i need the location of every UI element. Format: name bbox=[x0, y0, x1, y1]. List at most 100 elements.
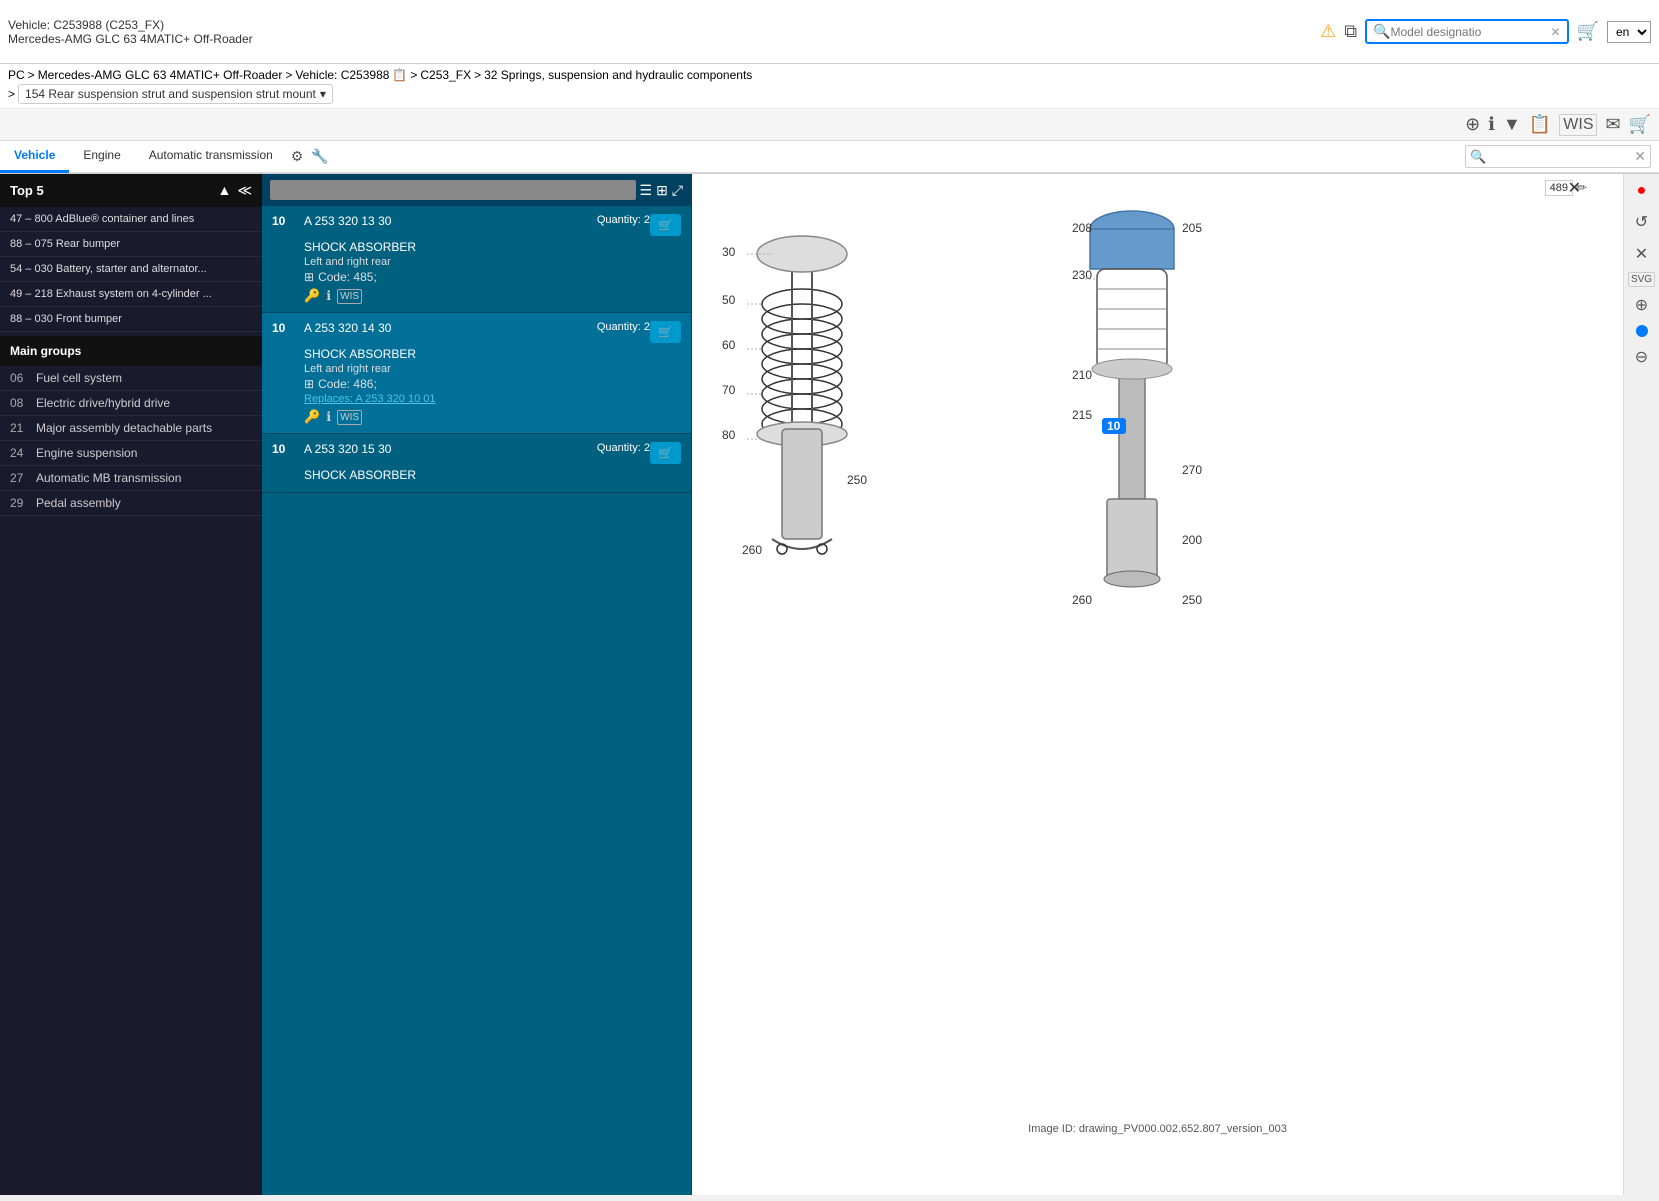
breadcrumb-fx[interactable]: C253_FX bbox=[420, 68, 471, 82]
sidebar-collapse-icon[interactable]: ▲ bbox=[217, 182, 231, 199]
sidebar-group-27[interactable]: 27 Automatic MB transmission bbox=[0, 466, 262, 491]
sidebar-expand-icon[interactable]: ≪ bbox=[237, 182, 252, 199]
breadcrumb-springs[interactable]: 32 Springs, suspension and hydraulic com… bbox=[484, 68, 752, 82]
document-icon[interactable]: 📋 bbox=[1529, 114, 1551, 135]
group-num-27: 27 bbox=[10, 471, 30, 485]
diag-undo-icon[interactable]: ↺ bbox=[1631, 208, 1652, 236]
list-view-icon[interactable]: ☰ bbox=[640, 182, 653, 199]
group-num-24: 24 bbox=[10, 446, 30, 460]
sidebar-item-front-bumper[interactable]: 88 – 030 Front bumper bbox=[0, 307, 262, 332]
breadcrumb-line2: > 154 Rear suspension strut and suspensi… bbox=[8, 84, 1651, 104]
tab-settings-icon[interactable]: ⚙ bbox=[287, 144, 308, 169]
tabs-row: Vehicle Engine Automatic transmission ⚙ … bbox=[0, 141, 1659, 173]
breadcrumb-current-dropdown[interactable]: 154 Rear suspension strut and suspension… bbox=[18, 84, 333, 104]
grid-view-icon[interactable]: ⊞ bbox=[656, 182, 668, 199]
sidebar-group-08[interactable]: 08 Electric drive/hybrid drive bbox=[0, 391, 262, 416]
add-to-cart-2[interactable]: 🛒 bbox=[650, 321, 681, 343]
mail-icon[interactable]: ✉ bbox=[1605, 114, 1620, 135]
wis-icon-1[interactable]: WIS bbox=[337, 289, 362, 304]
tab-search-area[interactable]: 🔍 ✕ bbox=[1465, 145, 1651, 168]
part-row1-1: 10 A 253 320 13 30 Quantity: 2 🛒 bbox=[272, 214, 681, 236]
svg-text:230: 230 bbox=[1072, 268, 1092, 282]
diag-zoom-out-icon[interactable]: ⊖ bbox=[1631, 343, 1652, 371]
wis-icon-2[interactable]: WIS bbox=[337, 410, 362, 425]
model-search-box[interactable]: 🔍 ✕ bbox=[1365, 19, 1569, 44]
sidebar-group-06[interactable]: 06 Fuel cell system bbox=[0, 366, 262, 391]
diag-svg-icon[interactable]: SVG bbox=[1628, 272, 1655, 287]
sidebar-item-battery[interactable]: 54 – 030 Battery, starter and alternator… bbox=[0, 257, 262, 282]
search-clear-icon[interactable]: ✕ bbox=[1551, 25, 1561, 39]
svg-text:80: 80 bbox=[722, 428, 736, 442]
svg-text:210: 210 bbox=[1072, 368, 1092, 382]
part-code-val-2: Code: 486; bbox=[318, 377, 377, 391]
diagram-sidebar: ● ↺ ✕ SVG ⊕ ⊖ bbox=[1623, 174, 1659, 1195]
breadcrumb-pc[interactable]: PC bbox=[8, 68, 25, 82]
add-to-cart-1[interactable]: 🛒 bbox=[650, 214, 681, 236]
part-qty-2: Quantity: 2 bbox=[597, 321, 650, 333]
part-row1-2: 10 A 253 320 14 30 Quantity: 2 🛒 bbox=[272, 321, 681, 343]
cart-add-btn[interactable]: 🛒 bbox=[1577, 21, 1599, 42]
tab-search-input[interactable] bbox=[1490, 148, 1630, 166]
svg-text:250: 250 bbox=[1182, 593, 1202, 607]
part-desc-2: Left and right rear bbox=[304, 363, 681, 375]
warning-icon[interactable]: ⚠ bbox=[1320, 21, 1336, 42]
main-content: Top 5 ▲ ≪ 47 – 800 AdBlue® container and… bbox=[0, 174, 1659, 1195]
tab-automatic-transmission[interactable]: Automatic transmission bbox=[135, 141, 287, 173]
part-pos-1: 10 bbox=[272, 214, 296, 228]
breadcrumb-section: PC > Mercedes-AMG GLC 63 4MATIC+ Off-Roa… bbox=[0, 64, 1659, 174]
tab-engine[interactable]: Engine bbox=[69, 141, 134, 173]
model-search-input[interactable] bbox=[1391, 25, 1551, 39]
tab-search-clear[interactable]: ✕ bbox=[1630, 146, 1650, 167]
cart-icon[interactable]: 🛒 bbox=[1629, 114, 1651, 135]
breadcrumb-vehicle[interactable]: Vehicle: C253988 bbox=[295, 68, 389, 82]
info-icon[interactable]: ℹ bbox=[1488, 114, 1495, 135]
diagram-container: 489 ✏ ✕ bbox=[692, 174, 1659, 1195]
svg-text:205: 205 bbox=[1182, 221, 1202, 235]
image-id: Image ID: drawing_PV000.002.652.807_vers… bbox=[1028, 1123, 1287, 1135]
info-icon-1[interactable]: ℹ bbox=[326, 288, 331, 304]
diag-close-icon[interactable]: ✕ bbox=[1631, 240, 1652, 268]
group-num-06: 06 bbox=[10, 371, 30, 385]
breadcrumb-model[interactable]: Mercedes-AMG GLC 63 4MATIC+ Off-Roader bbox=[38, 68, 283, 82]
info-icon-2[interactable]: ℹ bbox=[326, 409, 331, 425]
copy-icon[interactable]: ⧉ bbox=[1344, 21, 1357, 42]
svg-text:10: 10 bbox=[1107, 419, 1121, 433]
key-icon-1[interactable]: 🔑 bbox=[304, 288, 320, 304]
grid-icon-2: ⊞ bbox=[304, 377, 314, 391]
part-row1-3: 10 A 253 320 15 30 Quantity: 2 🛒 bbox=[272, 442, 681, 464]
part-qty-3: Quantity: 2 bbox=[597, 442, 650, 454]
header: Vehicle: C253988 (C253_FX) Mercedes-AMG … bbox=[0, 0, 1659, 64]
sidebar-group-21[interactable]: 21 Major assembly detachable parts bbox=[0, 416, 262, 441]
tab-tools-icon[interactable]: 🔧 bbox=[307, 144, 332, 169]
part-name-1: SHOCK ABSORBER bbox=[304, 240, 681, 254]
diag-zoom-in-icon[interactable]: ⊕ bbox=[1631, 291, 1652, 319]
diagram-close-icon[interactable]: ✕ bbox=[1568, 178, 1581, 198]
grid-icon-1: ⊞ bbox=[304, 270, 314, 284]
zoom-in-icon[interactable]: ⊕ bbox=[1465, 114, 1480, 135]
svg-text:215: 215 bbox=[1072, 408, 1092, 422]
diagram-area: 489 ✏ ✕ bbox=[692, 174, 1659, 1195]
diagram-svg: 30 50 60 70 80 250 260 bbox=[692, 174, 1272, 714]
diag-circle-icon[interactable]: ● bbox=[1633, 178, 1651, 204]
group-label-29: Pedal assembly bbox=[36, 496, 121, 510]
breadcrumb-copy-icon[interactable]: 📋 bbox=[392, 68, 407, 82]
parts-scroll[interactable]: 10 A 253 320 13 30 Quantity: 2 🛒 SHOCK A… bbox=[262, 206, 691, 1195]
svg-text:200: 200 bbox=[1182, 533, 1202, 547]
sidebar-group-24[interactable]: 24 Engine suspension bbox=[0, 441, 262, 466]
filter-icon[interactable]: ▼ bbox=[1503, 114, 1521, 135]
part-name-3: SHOCK ABSORBER bbox=[304, 468, 681, 482]
sidebar-item-adblue[interactable]: 47 – 800 AdBlue® container and lines bbox=[0, 207, 262, 232]
sidebar-item-exhaust[interactable]: 49 – 218 Exhaust system on 4-cylinder ..… bbox=[0, 282, 262, 307]
sidebar-group-29[interactable]: 29 Pedal assembly bbox=[0, 491, 262, 516]
expand-view-icon[interactable]: ⤢ bbox=[672, 182, 683, 199]
wis-icon[interactable]: WIS bbox=[1559, 114, 1597, 136]
part-number-3: A 253 320 15 30 bbox=[304, 442, 589, 456]
parts-list-search-bar[interactable] bbox=[270, 180, 636, 200]
add-to-cart-3[interactable]: 🛒 bbox=[650, 442, 681, 464]
key-icon-2[interactable]: 🔑 bbox=[304, 409, 320, 425]
language-select[interactable]: en de bbox=[1607, 21, 1651, 43]
part-desc-1: Left and right rear bbox=[304, 256, 681, 268]
sidebar-item-rear-bumper[interactable]: 88 – 075 Rear bumper bbox=[0, 232, 262, 257]
part-replaces-2[interactable]: Replaces: A 253 320 10 01 bbox=[304, 393, 681, 405]
tab-vehicle[interactable]: Vehicle bbox=[0, 141, 69, 173]
